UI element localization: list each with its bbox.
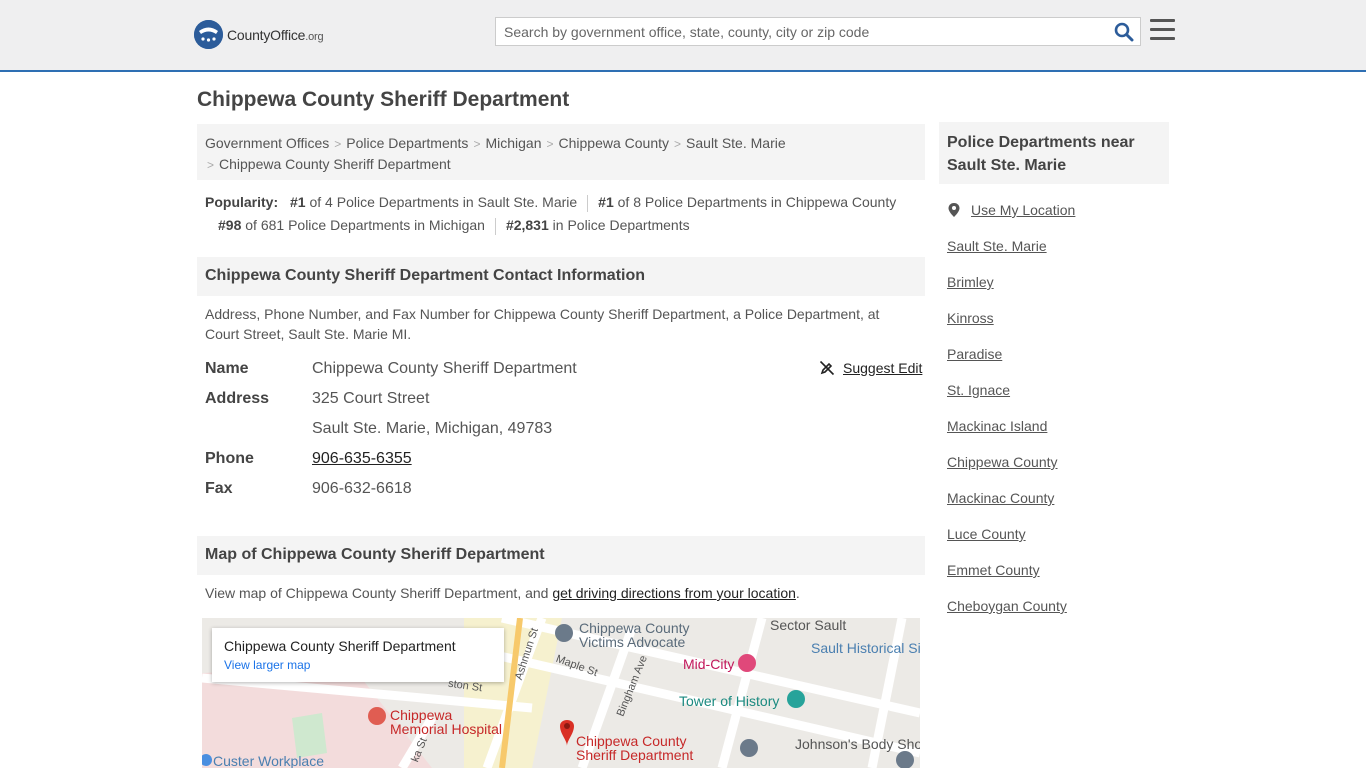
popularity-item: #1 of 8 Police Departments in Chippewa C… bbox=[598, 191, 896, 214]
popularity-item: #1 of 4 Police Departments in Sault Ste.… bbox=[290, 191, 577, 214]
contact-info-heading: Chippewa County Sheriff Department Conta… bbox=[197, 257, 925, 296]
search-icon[interactable] bbox=[1114, 22, 1134, 42]
popularity-text: of 681 Police Departments in Michigan bbox=[245, 217, 485, 233]
name-label: Name bbox=[205, 360, 249, 377]
map-place-victims: Chippewa County bbox=[579, 620, 690, 636]
fax-label: Fax bbox=[205, 480, 233, 497]
map-place-sheriff: Chippewa County bbox=[576, 733, 687, 749]
logo-text: CountyOffice.org bbox=[227, 26, 324, 43]
map-description: View map of Chippewa County Sheriff Depa… bbox=[205, 583, 925, 603]
breadcrumb-current: Chippewa County Sheriff Department bbox=[219, 156, 451, 172]
search-input[interactable] bbox=[496, 18, 1096, 45]
logo-name: CountyOffice bbox=[227, 26, 306, 43]
popularity-item: #98 of 681 Police Departments in Michiga… bbox=[218, 214, 485, 237]
site-logo[interactable]: CountyOffice.org bbox=[194, 20, 324, 49]
map-info-card: Chippewa County Sheriff Department View … bbox=[212, 628, 504, 682]
map-place-johnsons: Johnson's Body Sho bbox=[795, 736, 920, 752]
breadcrumb-separator: > bbox=[674, 137, 682, 151]
logo-badge-icon bbox=[194, 20, 223, 49]
site-header: CountyOffice.org bbox=[0, 0, 1366, 72]
embedded-map[interactable]: Chippewa County Sheriff Department View … bbox=[202, 618, 920, 768]
sidebar-item-brimley[interactable]: Brimley bbox=[947, 274, 994, 290]
view-larger-map-link[interactable]: View larger map bbox=[224, 658, 492, 672]
popularity-text: in Police Departments bbox=[552, 217, 690, 233]
suggest-edit-button[interactable]: Suggest Edit bbox=[819, 360, 922, 376]
use-my-location-button[interactable]: Use My Location bbox=[947, 202, 1075, 218]
map-place-custer: Custer Workplace bbox=[213, 753, 325, 768]
breadcrumb-chippewa-county[interactable]: Chippewa County bbox=[559, 135, 670, 151]
sidebar-item-emmet-county[interactable]: Emmet County bbox=[947, 562, 1040, 578]
driving-directions-link[interactable]: get driving directions from your locatio… bbox=[552, 585, 796, 601]
popularity-rank: #2,831 bbox=[505, 217, 549, 233]
contact-description: Address, Phone Number, and Fax Number fo… bbox=[205, 306, 880, 342]
popularity-text: of 4 Police Departments in Sault Ste. Ma… bbox=[309, 194, 578, 210]
map-place-sheriff-2: Sheriff Department bbox=[576, 747, 694, 763]
sidebar-item-mackinac-island[interactable]: Mackinac Island bbox=[947, 418, 1047, 434]
search-box bbox=[495, 17, 1141, 46]
use-my-location-label: Use My Location bbox=[971, 202, 1076, 218]
breadcrumb-government-offices[interactable]: Government Offices bbox=[205, 135, 329, 151]
phone-link[interactable]: 906-635-6355 bbox=[312, 449, 712, 469]
edit-off-icon bbox=[819, 360, 835, 376]
breadcrumb-sault-ste-marie[interactable]: Sault Ste. Marie bbox=[686, 135, 786, 151]
sidebar-item-kinross[interactable]: Kinross bbox=[947, 310, 994, 326]
popularity-label: Popularity: bbox=[205, 194, 279, 210]
name-value: Chippewa County Sheriff Department bbox=[312, 360, 577, 377]
map-desc-suffix: . bbox=[795, 585, 800, 601]
sidebar-item-mackinac-county[interactable]: Mackinac County bbox=[947, 490, 1054, 506]
map-desc-text: View map of Chippewa County Sheriff Depa… bbox=[205, 585, 553, 601]
breadcrumb-separator: > bbox=[546, 137, 554, 151]
hamburger-menu-icon[interactable] bbox=[1150, 19, 1175, 41]
divider bbox=[494, 217, 496, 235]
popularity-rank: #98 bbox=[218, 217, 242, 233]
map-place-historical: Sault Historical Si bbox=[811, 640, 920, 656]
map-place-midcity: Mid-City bbox=[683, 656, 735, 672]
location-pin-icon bbox=[948, 203, 960, 217]
breadcrumb-michigan[interactable]: Michigan bbox=[485, 135, 541, 151]
sidebar-item-sault-ste-marie[interactable]: Sault Ste. Marie bbox=[947, 238, 1047, 254]
address-line2: Sault Ste. Marie, Michigan, 49783 bbox=[312, 420, 553, 437]
map-place-sector: Sector Sault bbox=[770, 618, 847, 633]
fax-value: 906-632-6618 bbox=[312, 480, 412, 497]
breadcrumb-separator: > bbox=[473, 137, 481, 151]
address-line1: 325 Court Street bbox=[312, 390, 430, 407]
sidebar-heading: Police Departments near Sault Ste. Marie bbox=[939, 122, 1169, 184]
map-place-tower: Tower of History bbox=[679, 693, 780, 709]
map-place-victims-2: Victims Advocate bbox=[579, 634, 686, 650]
breadcrumb: Government Offices > Police Departments > Mi… bbox=[197, 124, 925, 180]
popularity-rank: #1 bbox=[290, 194, 306, 210]
map-place-hospital-2: Memorial Hospital bbox=[390, 721, 503, 737]
map-heading: Map of Chippewa County Sheriff Departmen… bbox=[197, 536, 925, 575]
sidebar-item-cheboygan-county[interactable]: Cheboygan County bbox=[947, 598, 1067, 614]
popularity-rankings: Popularity: #1 of 4 Police Departments i… bbox=[205, 191, 925, 237]
page-title: Chippewa County Sheriff Department bbox=[197, 88, 570, 111]
popularity-item: #2,831 in Police Departments bbox=[506, 214, 690, 237]
sidebar-item-chippewa-county[interactable]: Chippewa County bbox=[947, 454, 1058, 470]
sidebar-item-st-ignace[interactable]: St. Ignace bbox=[947, 382, 1010, 398]
breadcrumb-separator: > bbox=[334, 137, 342, 151]
divider bbox=[587, 194, 589, 212]
sidebar-item-luce-county[interactable]: Luce County bbox=[947, 526, 1026, 542]
phone-label: Phone bbox=[205, 450, 254, 467]
sidebar-item-paradise[interactable]: Paradise bbox=[947, 346, 1002, 362]
map-place-hospital: Chippewa bbox=[390, 707, 453, 723]
logo-tld: .org bbox=[305, 30, 324, 43]
suggest-edit-label: Suggest Edit bbox=[843, 360, 923, 376]
popularity-text: of 8 Police Departments in Chippewa Coun… bbox=[617, 194, 897, 210]
breadcrumb-police-departments[interactable]: Police Departments bbox=[346, 135, 468, 151]
popularity-rank: #1 bbox=[598, 194, 614, 210]
map-card-title: Chippewa County Sheriff Department bbox=[224, 638, 456, 654]
address-label: Address bbox=[205, 390, 270, 407]
breadcrumb-separator: > bbox=[207, 158, 215, 172]
